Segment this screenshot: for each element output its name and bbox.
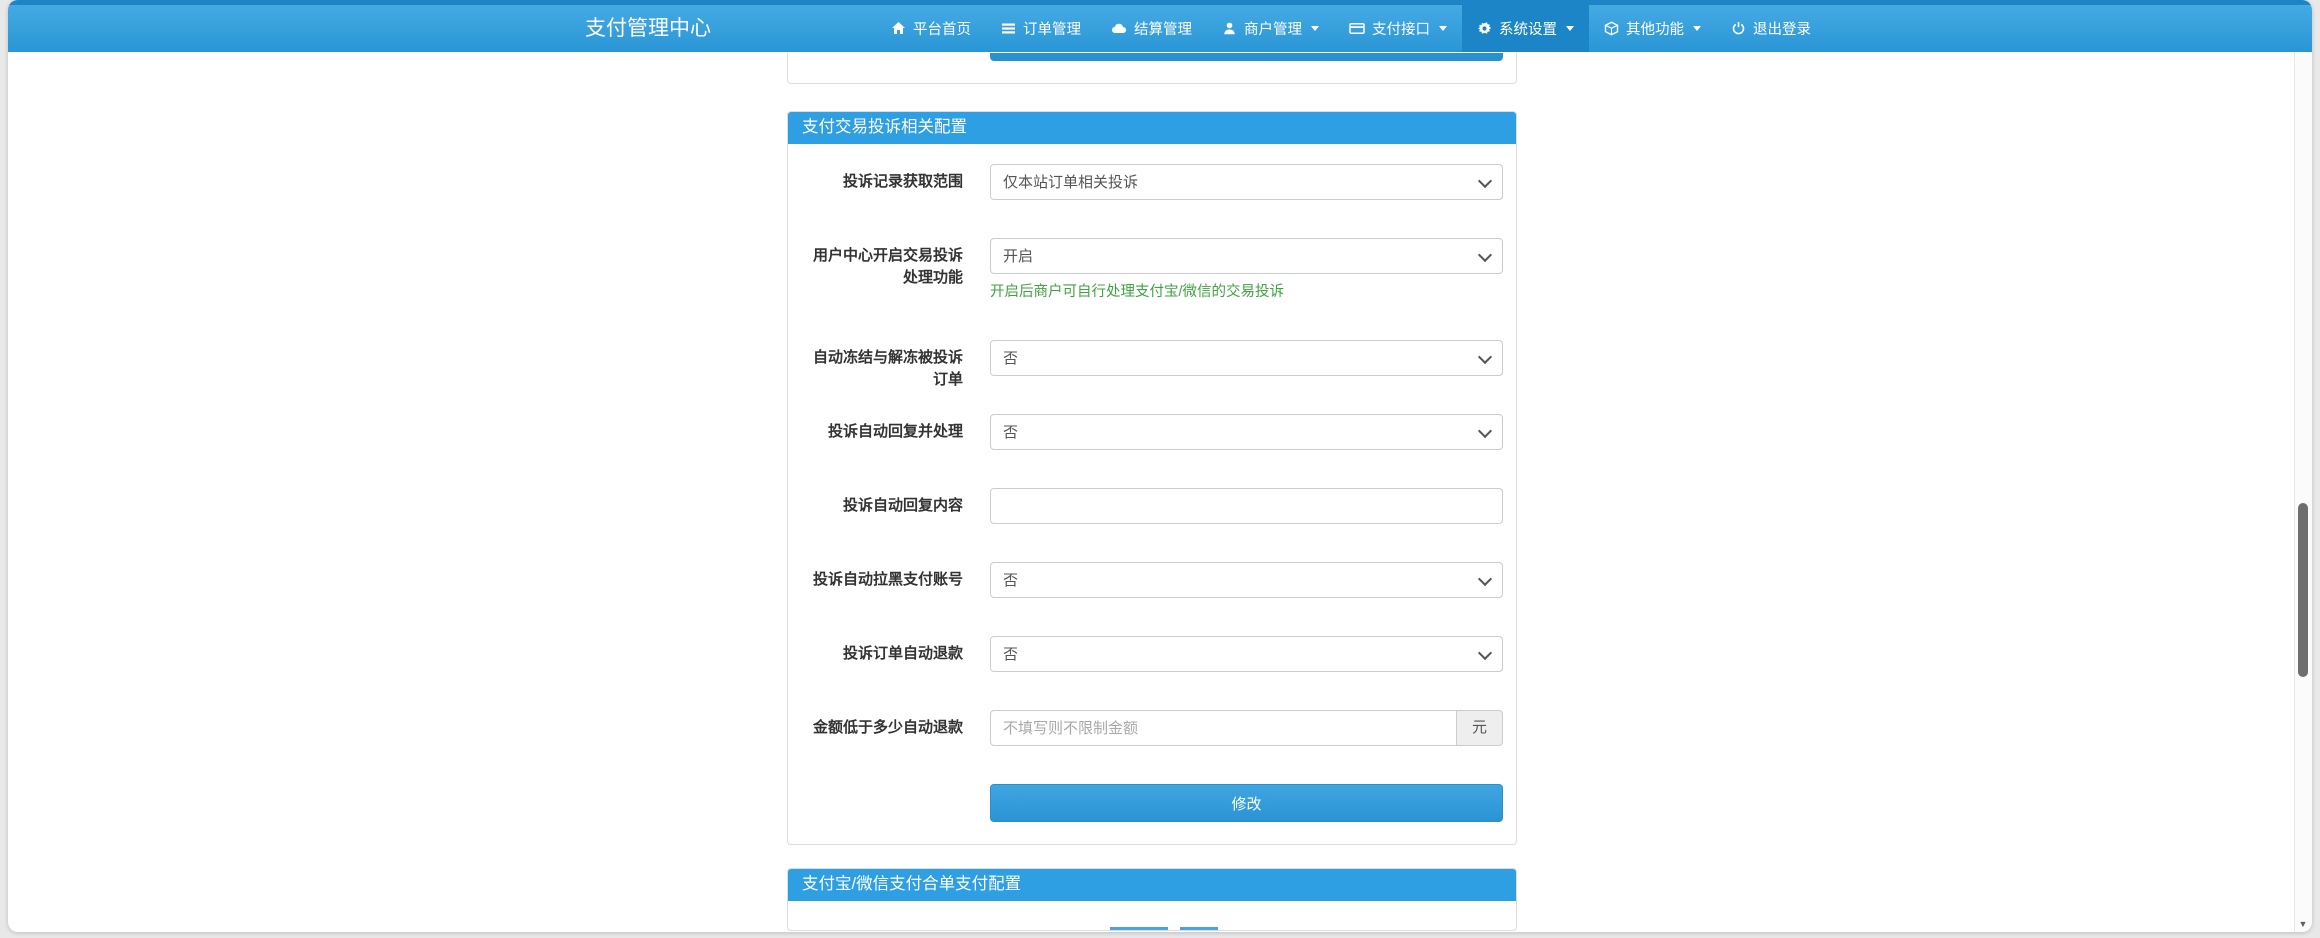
auto-reply-handle-select[interactable]: 否: [990, 414, 1503, 450]
nav-item-label: 支付接口: [1372, 18, 1430, 39]
form-row: 投诉自动拉黑支付账号 否: [803, 562, 1501, 598]
cloud-icon: [1111, 21, 1127, 36]
nav-item-label: 商户管理: [1244, 18, 1302, 39]
field-label: 投诉自动回复内容: [803, 495, 963, 517]
field-label: 用户中心开启交易投诉处理功能: [803, 245, 963, 289]
form-row: 用户中心开启交易投诉处理功能 开启 开启后商户可自行处理支付宝/微信的交易投诉: [803, 238, 1501, 302]
currency-unit-addon: 元: [1457, 710, 1503, 746]
chevron-down-icon: [1439, 26, 1447, 31]
previous-panel-bottom-fragment: [787, 53, 1517, 84]
clipped-content-fragment: [1180, 927, 1218, 930]
nav-item-other-functions[interactable]: 其他功能: [1589, 0, 1716, 52]
nav-item-merchant-management[interactable]: 商户管理: [1207, 0, 1334, 52]
nav-item-payment-interface[interactable]: 支付接口: [1334, 0, 1462, 52]
chevron-down-icon: [1311, 26, 1319, 31]
save-button[interactable]: 修改: [990, 784, 1503, 822]
form-row: 自动冻结与解冻被投诉订单 否: [803, 340, 1501, 376]
nav-item-platform-home[interactable]: 平台首页: [876, 0, 986, 52]
brand-title[interactable]: 支付管理中心: [585, 5, 711, 52]
field-label: 投诉订单自动退款: [803, 643, 963, 665]
form-row: 金额低于多少自动退款 元: [803, 710, 1501, 746]
combined-payment-config-panel: 支付宝/微信支付合单支付配置: [787, 868, 1517, 931]
field-label: 投诉自动拉黑支付账号: [803, 569, 963, 591]
auto-blacklist-select[interactable]: 否: [990, 562, 1503, 598]
home-icon: [891, 21, 906, 36]
chevron-down-icon: [1693, 26, 1701, 31]
nav-item-label: 其他功能: [1626, 18, 1684, 39]
nav-item-label: 平台首页: [913, 18, 971, 39]
main-nav: 平台首页 订单管理 结算管理 商户管理 支付接口: [876, 0, 1826, 52]
field-label: 投诉自动回复并处理: [803, 421, 963, 443]
top-navbar: 支付管理中心 平台首页 订单管理 结算管理 商户管理 支付接口: [8, 0, 2312, 52]
clipped-content-fragment: [1110, 927, 1168, 930]
scrollbar-thumb[interactable]: [2298, 503, 2308, 677]
auto-freeze-select[interactable]: 否: [990, 340, 1503, 376]
auto-reply-content-input[interactable]: [990, 488, 1503, 524]
nav-item-label: 退出登录: [1753, 18, 1811, 39]
auto-refund-select[interactable]: 否: [990, 636, 1503, 672]
complaint-scope-select[interactable]: 仅本站订单相关投诉: [990, 164, 1503, 200]
card-icon: [1349, 21, 1365, 36]
panel-title: 支付交易投诉相关配置: [787, 111, 1517, 144]
nav-item-logout[interactable]: 退出登录: [1716, 0, 1826, 52]
power-icon: [1731, 21, 1746, 36]
form-row: 投诉订单自动退款 否: [803, 636, 1501, 672]
app-window: 支付管理中心 平台首页 订单管理 结算管理 商户管理 支付接口: [8, 0, 2312, 932]
form-row: 投诉自动回复并处理 否: [803, 414, 1501, 450]
nav-item-settlement-management[interactable]: 结算管理: [1096, 0, 1207, 52]
user-icon: [1222, 21, 1237, 36]
nav-item-label: 结算管理: [1134, 18, 1192, 39]
nav-item-system-settings[interactable]: 系统设置: [1462, 0, 1589, 52]
field-label: 自动冻结与解冻被投诉订单: [803, 347, 963, 391]
gear-icon: [1477, 21, 1492, 36]
nav-item-order-management[interactable]: 订单管理: [986, 0, 1096, 52]
page: { "navbar": { "brand": "支付管理中心", "items"…: [0, 0, 2320, 938]
chevron-down-icon: [1566, 26, 1574, 31]
field-help-text: 开启后商户可自行处理支付宝/微信的交易投诉: [990, 282, 1503, 302]
user-center-complaint-toggle-select[interactable]: 开启: [990, 238, 1503, 274]
form-row: 投诉记录获取范围 仅本站订单相关投诉: [803, 164, 1501, 200]
clipped-submit-button-fragment[interactable]: [990, 53, 1503, 61]
nav-item-label: 系统设置: [1499, 18, 1557, 39]
complaint-config-form: 投诉记录获取范围 仅本站订单相关投诉 用户中心开启交易投诉处理功能 开启: [788, 144, 1516, 822]
list-icon: [1001, 21, 1016, 36]
form-row: 投诉自动回复内容: [803, 488, 1501, 524]
field-label: 金额低于多少自动退款: [803, 717, 963, 739]
vertical-scrollbar[interactable]: ▼: [2294, 52, 2312, 932]
scrollbar-down-arrow[interactable]: ▼: [2295, 919, 2311, 929]
cube-icon: [1604, 21, 1619, 36]
complaint-config-panel: 支付交易投诉相关配置 投诉记录获取范围 仅本站订单相关投诉 用户中心开启交易投诉…: [787, 111, 1517, 845]
field-label: 投诉记录获取范围: [803, 171, 963, 193]
refund-amount-threshold-input[interactable]: [990, 710, 1457, 746]
panel-title: 支付宝/微信支付合单支付配置: [787, 868, 1517, 901]
nav-item-label: 订单管理: [1023, 18, 1081, 39]
